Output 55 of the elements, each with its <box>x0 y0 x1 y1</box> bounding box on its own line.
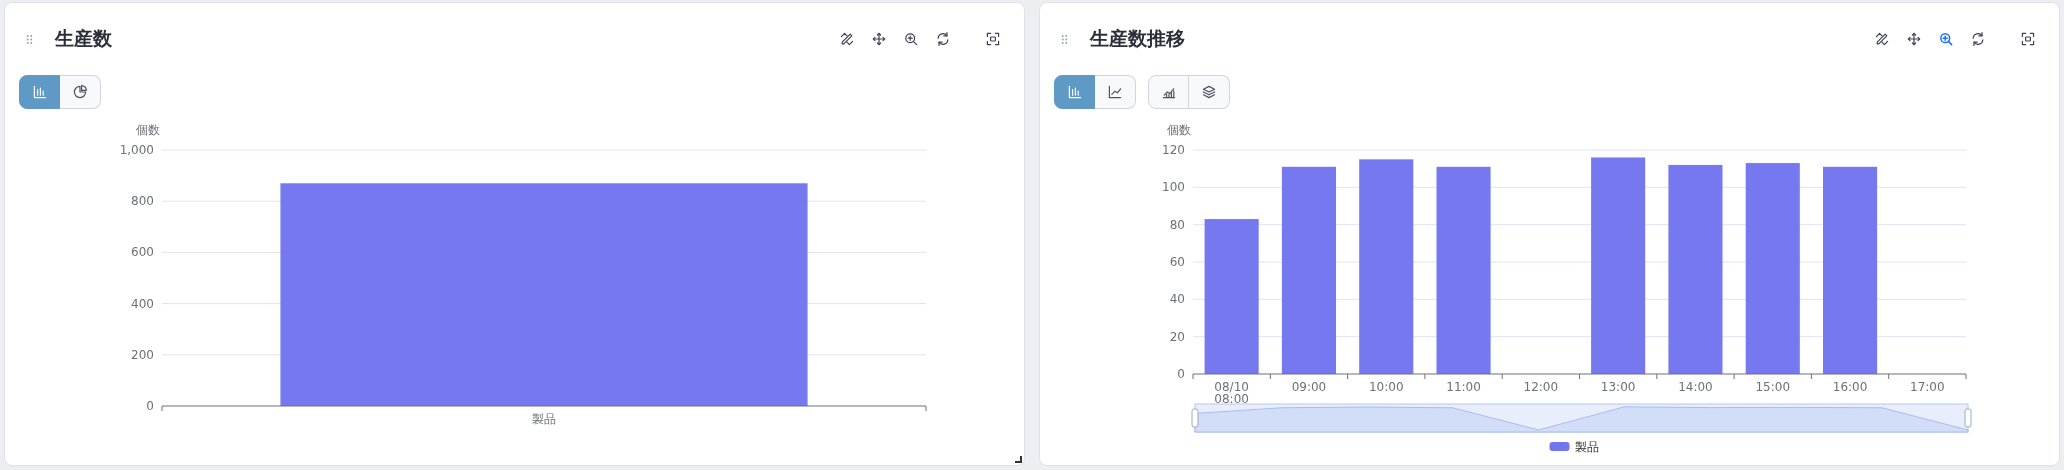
edit-icon <box>1874 31 1890 47</box>
axis-tick-label: 400 <box>131 296 154 311</box>
slider-handle <box>1964 408 1972 428</box>
axis-tick-label: 800 <box>131 194 154 209</box>
axis-tick-label: 20 <box>1169 329 1185 344</box>
chart-type-toggle[interactable] <box>1054 75 1095 109</box>
axis-tick-label: 15:00 <box>1755 380 1791 394</box>
drag-handle-icon[interactable] <box>26 33 33 45</box>
zoom-in-icon <box>1938 31 1954 47</box>
axis-tick-label: 0 <box>146 399 154 413</box>
axis-tick-label: 製品 <box>532 412 556 426</box>
fullscreen-icon <box>2020 31 2036 47</box>
chart-type-toggle[interactable] <box>19 75 60 109</box>
axis-tick-label: 1,000 <box>119 143 154 157</box>
axis-tick-label: 60 <box>1169 255 1185 269</box>
axis-tick-label: 14:00 <box>1678 380 1713 394</box>
axis-tick-label: 0 <box>1177 367 1185 381</box>
chart-type-toggle[interactable] <box>1095 75 1136 109</box>
line-chart-icon <box>1107 84 1123 100</box>
axis-tick-label: 40 <box>1169 292 1185 307</box>
axis-tick-label: 200 <box>131 347 154 362</box>
axis-tick-label: 80 <box>1169 217 1185 232</box>
refresh-icon <box>935 31 951 47</box>
layers-icon <box>1201 84 1217 100</box>
resize-handle-icon[interactable] <box>1015 456 1022 463</box>
axis-tick-label: 12:00 <box>1523 380 1559 394</box>
move-icon <box>1906 31 1922 47</box>
axis-tick-label: 11:00 <box>1446 380 1481 394</box>
edit-icon <box>839 31 855 47</box>
chart-type-toggle[interactable] <box>60 75 101 109</box>
fullscreen-icon <box>985 31 1001 47</box>
axis-tick-label: 09:00 <box>1291 380 1327 394</box>
refresh-icon <box>1970 31 1986 47</box>
drag-handle-icon[interactable] <box>1061 33 1068 45</box>
panel-title: 生産数 <box>55 26 112 51</box>
slider-handle <box>1191 408 1199 428</box>
axis-title: 個数 <box>1167 123 1191 137</box>
chart-type-toggle[interactable] <box>1148 75 1189 109</box>
pie-chart-icon <box>72 84 88 100</box>
bar-chart-icon <box>31 84 48 100</box>
legend-label: 製品 <box>1574 440 1599 454</box>
move-icon <box>871 31 887 47</box>
axis-tick-label: 13:00 <box>1600 380 1636 394</box>
axis-tick-label: 16:00 <box>1832 380 1868 394</box>
axis-tick-label: 10:00 <box>1368 380 1404 394</box>
axis-tick-label: 100 <box>1162 180 1185 195</box>
axis-tick-label: 08/10 08:00 <box>1214 380 1249 406</box>
axis-title: 個数 <box>136 123 160 137</box>
zoom-in-icon <box>903 31 919 47</box>
axis-tick-label: 17:00 <box>1910 380 1945 394</box>
panel-title: 生産数推移 <box>1090 26 1185 51</box>
axis-tick-label: 600 <box>131 245 154 260</box>
bar-chart-icon <box>1066 84 1083 100</box>
chart-type-toggle[interactable] <box>1189 75 1230 109</box>
axis-tick-label: 120 <box>1162 143 1185 157</box>
